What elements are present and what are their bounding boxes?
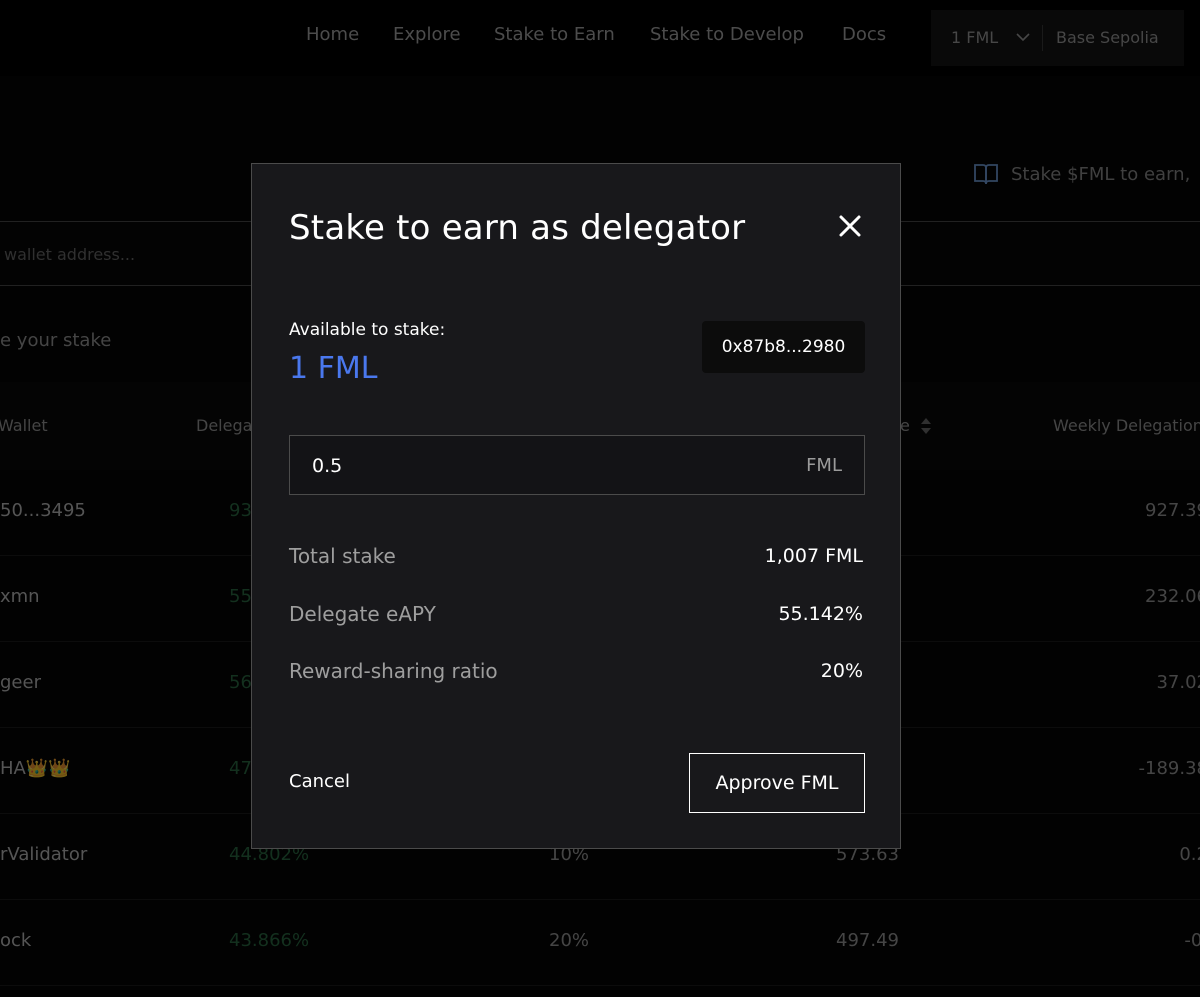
row-stake: 497.49 [836,930,899,951]
nav-stake-to-develop-link[interactable]: Stake to Develop [650,24,804,45]
cancel-button[interactable]: Cancel [289,771,350,792]
row-weekly: 927.39 [1145,500,1200,521]
row-name: xmn [0,586,40,607]
row-weekly: 0.2 [1179,844,1200,865]
chevron-down-icon[interactable] [1016,30,1030,44]
row-eapy: 47 [229,758,252,779]
th-stake[interactable]: e [900,416,910,435]
reward-sharing-value: 20% [820,660,863,682]
nav-explore-link[interactable]: Explore [393,24,461,45]
row-eapy: 56 [229,672,252,693]
row-weekly: 37.02 [1156,672,1200,693]
network-name[interactable]: Base Sepolia [1056,28,1159,47]
amount-field[interactable]: FML [289,435,865,495]
nav-stake-to-earn-link[interactable]: Stake to Earn [494,24,615,45]
row-name: HA👑👑 [0,758,71,779]
row-name: geer [0,672,41,693]
wallet-address-badge[interactable]: 0x87b8...2980 [702,321,865,373]
total-stake-value: 1,007 FML [764,545,863,567]
table-row[interactable]: ock 43.866% 20% 497.49 -0. [0,900,1200,986]
th-delegate-eapy[interactable]: Delega [196,416,252,435]
row-weekly: -189.38 [1138,758,1200,779]
row-ratio: 20% [549,930,590,951]
row-name: rValidator [0,844,88,865]
row-name: 50...3495 [0,500,86,521]
approve-button[interactable]: Approve FML [689,753,865,813]
available-value: 1 FML [289,351,378,386]
row-name: ock [0,930,32,951]
modal-title: Stake to earn as delegator [289,208,746,248]
nav-docs-link[interactable]: Docs [842,24,886,45]
reward-sharing-label: Reward-sharing ratio [289,659,498,683]
amount-input[interactable] [312,452,712,480]
stake-info-link[interactable]: Stake $FML to earn, [973,160,1190,188]
stake-info-text: Stake $FML to earn, [1011,163,1191,185]
book-icon [974,164,998,185]
row-eapy: 55 [229,586,252,607]
row-weekly: 232.06 [1145,586,1200,607]
th-wallet[interactable]: Wallet [0,416,48,435]
close-icon[interactable] [838,214,862,238]
row-weekly: -0. [1184,930,1200,951]
row-eapy: 93 [229,500,252,521]
total-stake-label: Total stake [289,544,396,568]
available-label: Available to stake: [289,320,446,340]
divider [1042,25,1043,51]
delegate-eapy-value: 55.142% [778,603,863,625]
stake-modal: Stake to earn as delegator Available to … [251,163,901,849]
top-nav: Home Explore Stake to Earn Stake to Deve… [0,0,1200,76]
th-weekly-delegation[interactable]: Weekly Delegation [1053,416,1200,435]
wallet-network-selector[interactable]: 1 FML Base Sepolia [931,10,1184,66]
nav-home-link[interactable]: Home [306,24,359,45]
delegate-eapy-label: Delegate eAPY [289,602,436,626]
stake-hint-text: e your stake [0,330,112,351]
sort-icon[interactable] [920,416,932,436]
wallet-balance[interactable]: 1 FML [951,28,998,47]
row-eapy: 43.866% [229,930,310,951]
amount-unit: FML [806,455,842,476]
